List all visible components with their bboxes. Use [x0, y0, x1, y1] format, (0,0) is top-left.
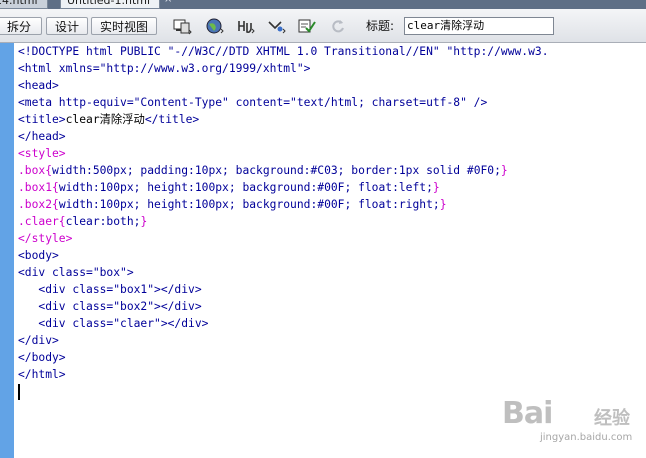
code-token: width:100px; height:100px; background:#0…	[58, 181, 433, 194]
code-line: </html>	[18, 366, 646, 383]
code-line: <head>	[18, 77, 646, 94]
code-line: <div class="box">	[18, 264, 646, 281]
code-token: <head>	[18, 79, 59, 92]
code-token: </div>	[18, 334, 59, 347]
document-tab-strip: 14.html Untitled-1.html ×	[0, 0, 646, 9]
code-token: </style>	[18, 232, 73, 245]
code-token: .box2{	[18, 198, 59, 211]
code-token: <!DOCTYPE html PUBLIC "-//W3C//DTD XHTML…	[18, 45, 549, 58]
code-token: <html xmlns="http://www.w3.org/1999/xhtm…	[18, 62, 311, 75]
line-gutter	[0, 43, 14, 458]
code-line: .claer{clear:both;}	[18, 213, 646, 230]
watermark-url: jingyan.baidu.com	[540, 432, 633, 443]
code-line: <body>	[18, 247, 646, 264]
close-tab-icon[interactable]: ×	[164, 0, 172, 5]
debug-icon[interactable]	[236, 17, 256, 35]
visual-aids-icon[interactable]	[267, 17, 287, 35]
code-line: <meta http-equiv="Content-Type" content=…	[18, 94, 646, 111]
code-token: .box1{	[18, 181, 59, 194]
code-line: <div class="claer"></div>	[18, 315, 646, 332]
code-line: </head>	[18, 128, 646, 145]
multiscreen-icon[interactable]	[172, 17, 192, 35]
code-token: <div class="box1"></div>	[18, 283, 202, 296]
code-token: <div class="box">	[18, 266, 134, 279]
code-token: <meta http-equiv="Content-Type" content=…	[18, 96, 488, 109]
code-line: <html xmlns="http://www.w3.org/1999/xhtm…	[18, 60, 646, 77]
code-line: </style>	[18, 230, 646, 247]
code-token: width:100px; height:100px; background:#0…	[58, 198, 440, 211]
code-token: <div class="claer"></div>	[18, 317, 209, 330]
code-token: }	[439, 198, 447, 211]
code-line: .box2{width:100px; height:100px; backgro…	[18, 196, 646, 213]
baidu-watermark: Bai 经验 jingyan.baidu.com	[502, 396, 642, 452]
title-label: 标题:	[366, 19, 395, 33]
code-token: .box{	[18, 164, 53, 177]
tab-untitled-1-html[interactable]: Untitled-1.html	[60, 0, 160, 9]
code-token: <title>	[18, 113, 66, 126]
code-line: </div>	[18, 332, 646, 349]
code-token: }	[500, 164, 508, 177]
code-token: </html>	[18, 368, 66, 381]
text-cursor	[18, 384, 20, 400]
code-token: <body>	[18, 249, 59, 262]
code-token: .claer{	[18, 215, 66, 228]
globe-icon[interactable]	[205, 17, 225, 35]
code-token: }	[432, 181, 440, 194]
code-line: <div class="box2"></div>	[18, 298, 646, 315]
split-view-button[interactable]: 拆分	[0, 17, 42, 35]
code-line: <div class="box1"></div>	[18, 281, 646, 298]
code-line: <!DOCTYPE html PUBLIC "-//W3C//DTD XHTML…	[18, 43, 646, 60]
code-line: <style>	[18, 145, 646, 162]
code-token: clear清除浮动	[65, 113, 145, 126]
code-line: .box{width:500px; padding:10px; backgrou…	[18, 162, 646, 179]
code-token: width:500px; padding:10px; background:#C…	[52, 164, 501, 177]
code-token: </body>	[18, 351, 66, 364]
code-token: <div class="box2"></div>	[18, 300, 202, 313]
design-view-button[interactable]: 设计	[46, 17, 88, 35]
refresh-icon[interactable]	[328, 17, 348, 35]
code-line: </body>	[18, 349, 646, 366]
watermark-logo-cn: 经验	[594, 408, 630, 429]
code-token: </title>	[144, 113, 200, 126]
live-view-button[interactable]: 实时视图	[91, 17, 157, 35]
watermark-logo: Bai	[502, 396, 553, 431]
document-toolbar: 拆分 设计 实时视图 标题: clear清除浮动	[0, 9, 646, 43]
code-token: </head>	[18, 130, 66, 143]
code-token: <style>	[18, 147, 66, 160]
code-token: }	[140, 215, 148, 228]
code-token: clear:both;	[65, 215, 141, 228]
tab-14-html[interactable]: 14.html	[0, 0, 48, 9]
code-line: .box1{width:100px; height:100px; backgro…	[18, 179, 646, 196]
document-title-input[interactable]: clear清除浮动	[404, 17, 554, 35]
validate-icon[interactable]	[297, 17, 317, 35]
code-line: <title>clear清除浮动</title>	[18, 111, 646, 128]
